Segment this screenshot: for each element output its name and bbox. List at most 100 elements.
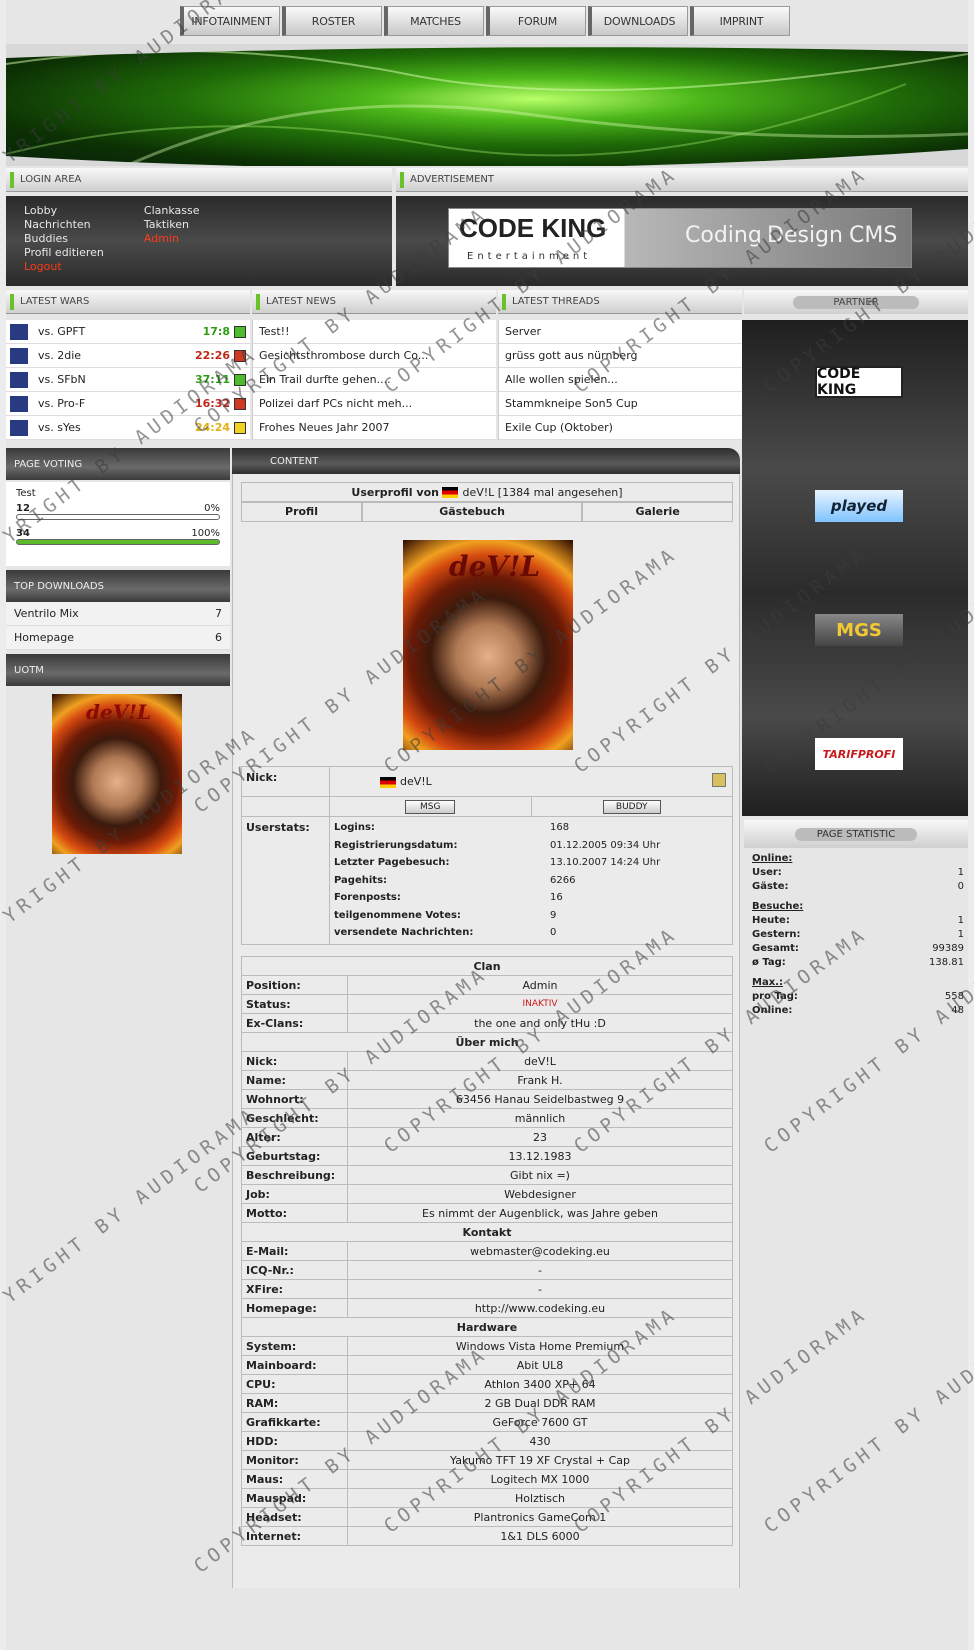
- login-link-edit-profile[interactable]: Profil editieren: [24, 246, 104, 260]
- war-row[interactable]: vs. 2die 22:26: [6, 344, 250, 368]
- detail-label: Alter:: [241, 1127, 348, 1147]
- userstat-value: 16: [550, 892, 563, 903]
- partner-mgs-logo[interactable]: MGS: [815, 614, 903, 646]
- login-link-clankasse[interactable]: Clankasse: [144, 204, 200, 218]
- nav-roster[interactable]: ROSTER: [282, 6, 382, 36]
- partner-codeking-logo[interactable]: CODE KING: [815, 366, 903, 398]
- stat-value: 138.81: [929, 957, 964, 968]
- stat-row: pro Tag: 558: [752, 990, 964, 1004]
- voting-option[interactable]: 12 0%: [16, 503, 220, 514]
- detail-value: männlich: [347, 1108, 733, 1128]
- detail-row: Mauspad: Holztisch: [241, 1488, 733, 1508]
- stat-label: User:: [752, 867, 782, 878]
- detail-label: Name:: [241, 1070, 348, 1090]
- latest-wars-title: LATEST WARS: [20, 296, 90, 307]
- login-link-tactics[interactable]: Taktiken: [144, 218, 200, 232]
- nav-downloads[interactable]: DOWNLOADS: [588, 6, 688, 36]
- detail-label: E-Mail:: [241, 1241, 348, 1261]
- detail-row: Nick: deV!L: [241, 1051, 733, 1071]
- war-opponent: vs. 2die: [38, 349, 82, 362]
- news-item[interactable]: Frohes Neues Jahr 2007: [253, 416, 496, 440]
- detail-value: -: [347, 1279, 733, 1299]
- tab-gallery[interactable]: Galerie: [582, 502, 733, 522]
- userstats-label: Userstats:: [242, 817, 330, 944]
- section-title: Hardware: [241, 1317, 733, 1337]
- news-item[interactable]: Test!!: [253, 320, 496, 344]
- nav-imprint[interactable]: IMPRINT: [690, 6, 790, 36]
- page-voting-title: PAGE VOTING: [14, 458, 83, 470]
- login-link-buddies[interactable]: Buddies: [24, 232, 104, 246]
- partner-played-logo[interactable]: played: [815, 490, 903, 522]
- counterstrike-icon: [10, 419, 28, 436]
- war-row[interactable]: vs. Pro-F 16:32: [6, 392, 250, 416]
- buddy-button[interactable]: BUDDY: [602, 799, 661, 814]
- detail-value: Es nimmt der Augenblick, was Jahre geben: [347, 1203, 733, 1223]
- nick-label: Nick:: [242, 767, 330, 796]
- content-area: Userprofil von deV!L [1384 mal angesehen…: [232, 474, 740, 1588]
- tab-guestbook[interactable]: Gästebuch: [362, 502, 583, 522]
- codeking-ad-banner[interactable]: CODE KING Entertainment Coding Design CM…: [448, 208, 912, 268]
- detail-value: Logitech MX 1000: [347, 1469, 733, 1489]
- detail-row: Status: INAKTIV: [241, 994, 733, 1014]
- detail-value: deV!L: [347, 1051, 733, 1071]
- detail-row: E-Mail: webmaster@codeking.eu: [241, 1241, 733, 1261]
- uotm-photo[interactable]: deV!L: [52, 694, 182, 854]
- stat-label: ø Tag:: [752, 957, 786, 968]
- news-item[interactable]: Polizei darf PCs nicht meh...: [253, 392, 496, 416]
- page-statistic-header: PAGE STATISTIC: [744, 820, 968, 848]
- login-link-lobby[interactable]: Lobby: [24, 204, 104, 218]
- detail-value[interactable]: http://www.codeking.eu: [347, 1298, 733, 1318]
- latest-news-header: LATEST NEWS: [252, 290, 496, 314]
- news-item[interactable]: Ein Trail durfte gehen....: [253, 368, 496, 392]
- login-link-logout[interactable]: Logout: [24, 260, 104, 274]
- userstat-label: Letzter Pagebesuch:: [334, 857, 450, 868]
- war-row[interactable]: vs. sYes 24:24: [6, 416, 250, 440]
- war-score: 37:11: [194, 373, 230, 386]
- war-row[interactable]: vs. GPFT 17:8: [6, 320, 250, 344]
- stat-label: Gäste:: [752, 881, 789, 892]
- detail-row: HDD: 430: [241, 1431, 733, 1451]
- nav-matches[interactable]: MATCHES: [384, 6, 484, 36]
- detail-row: Motto: Es nimmt der Augenblick, was Jahre…: [241, 1203, 733, 1223]
- stat-label: Gesamt:: [752, 943, 799, 954]
- news-item[interactable]: Gesichtsthrombose durch Co...: [253, 344, 496, 368]
- detail-row: Job: Webdesigner: [241, 1184, 733, 1204]
- msg-button[interactable]: MSG: [405, 799, 456, 814]
- nav-forum[interactable]: FORUM: [486, 6, 586, 36]
- war-opponent: vs. Pro-F: [38, 397, 86, 410]
- nick-value: deV!L: [330, 767, 732, 796]
- voting-option[interactable]: 34 100%: [16, 528, 220, 539]
- login-link-messages[interactable]: Nachrichten: [24, 218, 104, 232]
- result-down-icon: [234, 349, 246, 362]
- counterstrike-icon: [10, 347, 28, 364]
- profile-title-nick: deV!L: [462, 485, 495, 499]
- download-count: 6: [215, 631, 222, 644]
- edit-icon[interactable]: [712, 773, 726, 787]
- download-item[interactable]: Homepage 6: [6, 626, 230, 650]
- login-link-admin[interactable]: Admin: [144, 232, 200, 246]
- ad-word-coding: Coding: [685, 223, 762, 248]
- thread-item[interactable]: Alle wollen spielen...: [499, 368, 742, 392]
- voting-percent: 0%: [204, 503, 220, 514]
- section-header-row: Über mich: [241, 1032, 733, 1052]
- tab-profile[interactable]: Profil: [241, 502, 363, 522]
- thread-item[interactable]: grüss gott aus nürnberg: [499, 344, 742, 368]
- detail-label: XFire:: [241, 1279, 348, 1299]
- war-row[interactable]: vs. SFbN 37:11: [6, 368, 250, 392]
- nav-infotainment[interactable]: INFOTAINMENT: [180, 6, 280, 36]
- detail-label: Geburtstag:: [241, 1146, 348, 1166]
- latest-news-title: LATEST NEWS: [266, 296, 336, 307]
- buddy-cell: BUDDY: [532, 797, 733, 816]
- partner-tarifprofi-logo[interactable]: TARIFPROFI: [815, 738, 903, 770]
- detail-value: INAKTIV: [347, 994, 733, 1014]
- voting-question: Test: [16, 488, 36, 499]
- thread-item[interactable]: Stammkneipe Son5 Cup: [499, 392, 742, 416]
- profile-photo: deV!L: [403, 540, 573, 750]
- latest-threads-title: LATEST THREADS: [512, 296, 600, 307]
- download-item[interactable]: Ventrilo Mix 7: [6, 602, 230, 626]
- thread-item[interactable]: Exile Cup (Oktober): [499, 416, 742, 440]
- thread-item[interactable]: Server: [499, 320, 742, 344]
- detail-value[interactable]: webmaster@codeking.eu: [347, 1241, 733, 1261]
- detail-row: Position: Admin: [241, 975, 733, 995]
- detail-value: Gibt nix =): [347, 1165, 733, 1185]
